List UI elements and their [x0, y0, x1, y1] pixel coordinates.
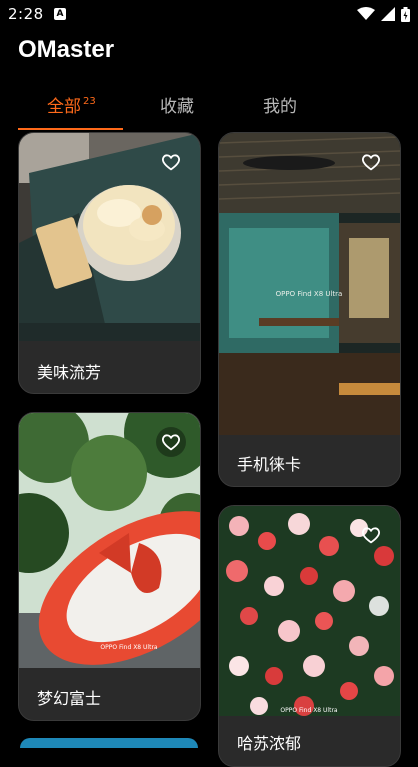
tab-all-label: 全部 [47, 97, 81, 117]
card-title: 哈苏浓郁 [237, 734, 302, 753]
preset-card-2[interactable]: OPPO Find X8 Ultra 手机徕卡 [218, 132, 401, 487]
status-icons [357, 6, 410, 22]
status-time: 2:28 [8, 5, 44, 23]
tab-favorites[interactable]: 收藏 [160, 92, 194, 122]
heart-outline-icon [162, 434, 180, 451]
wifi-icon [357, 7, 375, 20]
battery-icon [401, 6, 410, 22]
favorite-button[interactable] [356, 520, 386, 550]
preset-card-4[interactable]: OPPO Find X8 Ultra 哈苏浓郁 [218, 505, 401, 767]
favorite-button[interactable] [156, 147, 186, 177]
status-bar: 2:28 A [0, 0, 418, 30]
svg-text:OPPO Find X8 Ultra: OPPO Find X8 Ultra [100, 644, 158, 651]
tab-active-indicator [18, 128, 123, 130]
tab-all[interactable]: 全部 23 [47, 92, 96, 122]
heart-outline-icon [362, 154, 380, 171]
tab-all-count-badge: 23 [83, 96, 96, 107]
heart-outline-icon [162, 154, 180, 171]
card-title: 手机徕卡 [237, 455, 302, 474]
tab-mine[interactable]: 我的 [263, 92, 297, 122]
favorite-button[interactable] [356, 147, 386, 177]
card-title: 梦幻富士 [37, 689, 102, 708]
notification-app-icon: A [54, 8, 66, 20]
tab-mine-label: 我的 [263, 97, 297, 117]
svg-text:OPPO Find X8 Ultra: OPPO Find X8 Ultra [280, 707, 338, 714]
app-title: OMaster [18, 36, 115, 63]
preset-card-5-partial[interactable] [20, 738, 198, 748]
favorite-button[interactable] [156, 427, 186, 457]
card-title: 美味流芳 [37, 363, 102, 382]
heart-outline-icon [362, 527, 380, 544]
cafe-interior-photo: OPPO Find X8 Ultra [219, 133, 400, 435]
signal-icon [381, 7, 395, 21]
tab-favorites-label: 收藏 [160, 97, 194, 117]
preset-card-1[interactable]: 美味流芳 [18, 132, 201, 394]
preset-card-3[interactable]: OPPO Find X8 Ultra 梦幻富士 [18, 412, 201, 721]
tab-bar: 全部 23 收藏 我的 [0, 92, 418, 132]
svg-text:OPPO Find X8 Ultra: OPPO Find X8 Ultra [276, 290, 343, 298]
